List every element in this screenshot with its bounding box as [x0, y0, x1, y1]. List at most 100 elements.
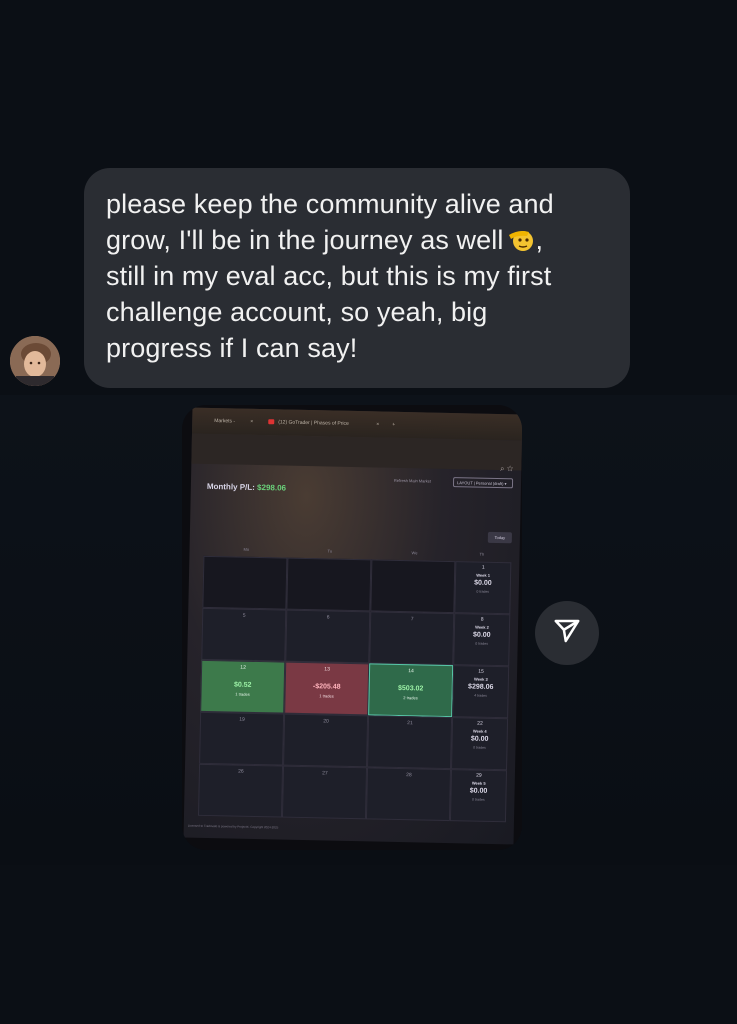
week-pnl: $0.00 — [470, 735, 489, 743]
week-label: Week 5 — [471, 780, 486, 786]
day-number: 27 — [322, 770, 328, 777]
day-pnl: $0.52 — [233, 681, 252, 689]
share-button[interactable] — [535, 601, 599, 665]
calendar-day-cell[interactable]: 13 -$205.48 1 trades — [284, 661, 370, 716]
day-number: 28 — [406, 772, 412, 779]
calendar-day-cell[interactable] — [286, 557, 372, 612]
week-trade-count: 0 trades — [476, 589, 490, 594]
footer-copyright: Licensed to Tradovate & powered by Proje… — [187, 823, 279, 830]
day-trade-count: 2 trades — [403, 695, 418, 701]
week-summary-cell: 22 Week 4 $0.00 0 trades — [451, 717, 509, 771]
new-tab-icon[interactable]: + — [392, 412, 395, 438]
day-number: 6 — [326, 614, 330, 621]
calendar-day-cell[interactable] — [370, 559, 456, 614]
week-pnl: $0.00 — [472, 631, 491, 639]
day-pnl — [204, 577, 286, 579]
today-button[interactable]: Today — [487, 531, 512, 544]
day-trade-count — [371, 642, 453, 644]
week-summary-cell: 1 Week 1 $0.00 0 trades — [454, 561, 512, 615]
day-trade-count — [367, 798, 449, 800]
week-label: Week 4 — [472, 728, 487, 734]
day-trade-count: 1 trades — [319, 693, 334, 699]
calendar-day-cell[interactable]: 20 — [283, 713, 369, 768]
browser-tab-1[interactable]: Markets - — [214, 408, 235, 434]
week-trade-count: 0 trades — [472, 797, 485, 802]
day-trade-count — [201, 743, 283, 745]
day-pnl — [288, 579, 370, 581]
day-number — [288, 562, 370, 564]
day-pnl — [287, 631, 369, 633]
week-pnl: $0.00 — [469, 787, 488, 795]
calendar-day-cell[interactable]: 14 $503.02 2 trades — [368, 663, 454, 718]
toolbar-icons[interactable]: ⌕ ☆ — [500, 464, 513, 474]
day-number: 14 — [408, 668, 414, 675]
day-pnl — [201, 733, 283, 735]
week-day-number: 29 — [476, 772, 482, 779]
monitor-screen: Markets - × (12) GoTrader | Phases of Pr… — [183, 407, 522, 845]
calendar-day-cell[interactable]: 19 — [199, 711, 285, 766]
day-trade-count — [285, 745, 367, 747]
week-day-number: 1 — [481, 564, 485, 571]
calendar-day-cell[interactable]: 6 — [285, 609, 371, 664]
day-trade-count — [199, 795, 281, 797]
tab-close-icon[interactable]: × — [250, 409, 253, 435]
message-line-2-text: grow, I'll be in the journey as well — [106, 225, 504, 255]
message-bubble[interactable]: please keep the community alive and grow… — [84, 168, 630, 388]
shared-photo[interactable]: Markets - × (12) GoTrader | Phases of Pr… — [182, 405, 522, 850]
layout-dropdown[interactable]: LAYOUT | Personal (draft) ▾ — [452, 477, 514, 489]
calendar-day-cell[interactable]: 21 — [367, 715, 453, 770]
week-trade-count: 4 trades — [474, 693, 487, 698]
day-trade-count — [288, 589, 370, 591]
week-pnl: $298.06 — [468, 683, 494, 691]
message-line-3: still in my eval acc, but this is my fir… — [106, 261, 552, 291]
weekday-header: Tu — [327, 548, 333, 554]
calendar-day-cell[interactable]: 12 $0.52 1 trades — [200, 659, 286, 714]
weekday-header: Th — [479, 551, 485, 557]
calendar-day-cell[interactable]: 26 — [197, 763, 284, 818]
day-number: 12 — [240, 664, 246, 671]
calendar-day-cell[interactable]: 5 — [201, 607, 287, 662]
week-summary-cell: 8 Week 2 $0.00 0 trades — [453, 613, 511, 667]
tab-close-icon[interactable]: × — [376, 411, 379, 437]
calendar-day-cell[interactable]: 27 — [281, 765, 368, 820]
day-number — [204, 560, 286, 562]
day-trade-count — [203, 639, 285, 641]
week-pnl: $0.00 — [474, 579, 492, 587]
day-pnl — [372, 580, 454, 582]
sender-avatar[interactable] — [10, 336, 60, 386]
week-label: Week 2 — [475, 624, 489, 630]
day-pnl: $503.02 — [397, 684, 424, 693]
monthly-pl-label: Monthly P/L: — [206, 481, 255, 492]
day-pnl — [285, 735, 367, 737]
day-pnl — [371, 632, 453, 634]
day-pnl: -$205.48 — [312, 683, 341, 691]
day-pnl — [284, 787, 366, 789]
day-number: 26 — [238, 768, 244, 775]
day-number: 19 — [239, 716, 245, 723]
pnl-calendar: Mo Tu We Th 1 Week 1 $0.00 0 trades 5 6 7 8 Week 2 $0… — [197, 546, 512, 823]
day-pnl — [200, 785, 282, 787]
day-trade-count — [287, 641, 369, 643]
weekday-header: We — [411, 550, 418, 556]
day-number — [372, 563, 454, 565]
week-summary-cell: 15 Week 3 $298.06 4 trades — [452, 665, 510, 719]
week-day-number: 15 — [478, 668, 484, 675]
monthly-pl-value: $298.06 — [257, 482, 287, 493]
message-line-5: progress if I can say! — [106, 333, 358, 363]
calendar-day-cell[interactable] — [202, 555, 288, 610]
weekday-header: Mo — [243, 546, 250, 552]
recording-icon — [268, 419, 275, 425]
saluting-face-icon — [507, 226, 535, 252]
browser-tab-2[interactable]: (12) GoTrader | Phases of Price — [278, 409, 349, 436]
day-number: 21 — [407, 720, 413, 727]
message-line-4: challenge account, so yeah, big — [106, 297, 488, 327]
week-day-number: 22 — [477, 720, 483, 727]
week-label: Week 3 — [474, 676, 488, 682]
day-number: 7 — [410, 616, 414, 623]
monthly-pl: Monthly P/L: $298.06 — [207, 482, 286, 493]
day-number: 5 — [242, 612, 246, 619]
message-line-2: grow, I'll be in the journey as well , — [106, 222, 610, 258]
calendar-day-cell[interactable]: 28 — [365, 767, 452, 822]
day-trade-count — [372, 590, 454, 592]
calendar-day-cell[interactable]: 7 — [369, 611, 455, 666]
